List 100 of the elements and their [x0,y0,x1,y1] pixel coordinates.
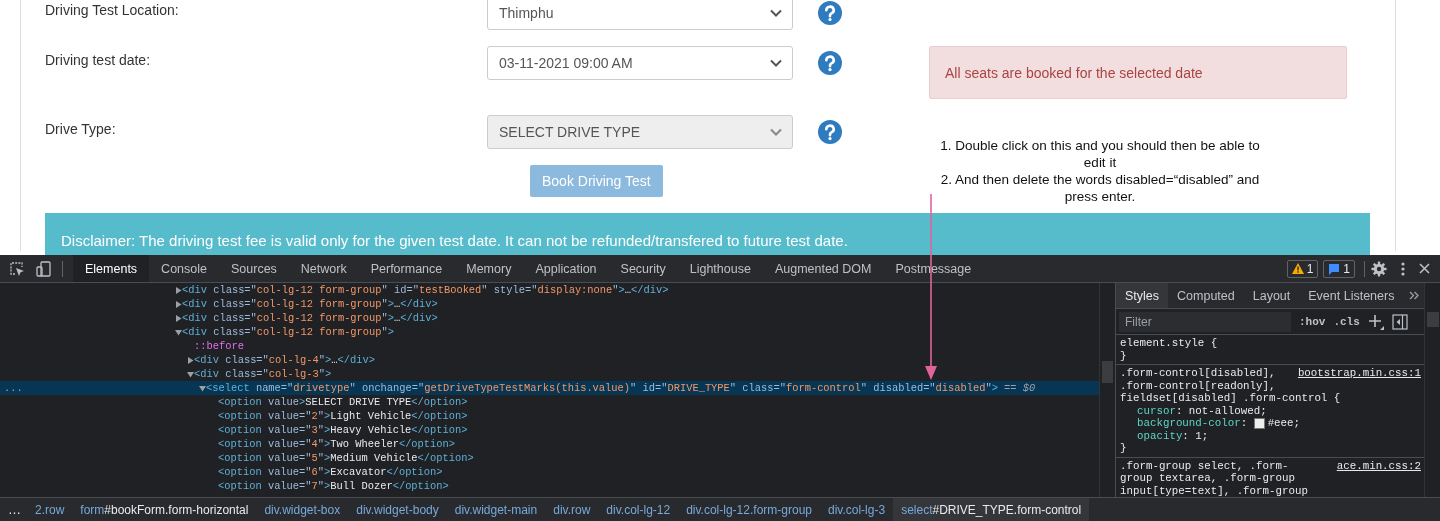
warnings-badge[interactable]: 1 [1286,259,1319,278]
dom-tree-row[interactable]: <div class="col-lg-12 form-group"> [0,325,1099,339]
settings-icon[interactable] [1371,260,1387,277]
close-icon[interactable] [1419,263,1430,274]
dom-node[interactable]: <div class="col-lg-12 form-group"> [182,326,395,338]
dom-node[interactable]: <div class="col-lg-12 form-group">…</div> [182,298,438,310]
hover-state-toggle[interactable]: :hov [1299,315,1326,328]
css-selector: .form-control[readonly], [1120,379,1276,392]
breadcrumb-item[interactable]: select#DRIVE_TYPE.form-control [893,498,1090,521]
dom-node[interactable]: ::before [194,340,244,352]
panel-tab[interactable]: Computed [1168,283,1244,308]
dom-tree-row[interactable]: <div class="col-lg-3"> [0,367,1099,381]
devtools-tab[interactable]: Console [149,255,219,282]
scrollbar[interactable] [1424,283,1440,497]
color-swatch[interactable] [1253,417,1265,429]
breadcrumb-item[interactable]: div.widget-body [348,498,447,521]
dom-node[interactable]: <select name="drivetype" onchange="getDriveTypeTestMarks(this.value)" id="DRIVE_TYPE" class="form-control" disabled="disabled"> [206,382,998,394]
field-label: Driving test date: [45,51,152,68]
breadcrumb-item[interactable]: div.widget-main [446,498,546,521]
dom-tree-row[interactable]: <div class="col-lg-12 form-group">…</div> [0,297,1099,311]
help-icon[interactable] [818,1,842,25]
sidebar-toggle-icon[interactable] [1391,313,1408,330]
expand-arrow-icon[interactable] [187,356,194,364]
inspect-element-icon[interactable] [9,260,25,277]
collapse-arrow-icon[interactable] [199,384,206,392]
expand-arrow-icon[interactable] [175,314,182,322]
breadcrumb-item[interactable]: form#bookForm.form-horizontal [72,498,257,521]
expand-arrow-icon[interactable] [175,300,182,308]
dom-tree-row[interactable]: ... <select name="drivetype" onchange="getDriveTypeTestMarks(this.value)" id="DRIVE_TYPE" class="form-control" disabled="disabled"> == $0 [0,381,1099,395]
more-dots[interactable]: ... [0,382,23,394]
dom-node[interactable]: <option value="4">Two Wheeler</option> [218,438,455,450]
dom-tree-row[interactable]: <option value="4">Two Wheeler</option> [0,437,1099,451]
devtools-tab[interactable]: Application [523,255,609,282]
devtools-tab[interactable]: Sources [219,255,289,282]
overflow-dots[interactable]: … [0,502,27,517]
dom-node[interactable]: <option value="2">Light Vehicle</option> [218,410,468,422]
class-toggle[interactable]: .cls [1333,315,1360,328]
device-toolbar-icon[interactable] [36,260,52,277]
devtools-tab[interactable]: Memory [454,255,524,282]
dom-tree-row[interactable]: <option value="7">Bull Dozer</option> [0,479,1099,493]
console-reference: == $0 [1004,382,1036,394]
devtools-tab[interactable]: Performance [358,255,455,282]
panel-tab[interactable]: Layout [1243,283,1300,308]
help-icon[interactable] [818,120,842,144]
closing-brace: } [1120,442,1127,454]
plus-icon[interactable] [1367,313,1384,330]
help-icon[interactable] [818,51,842,75]
css-selector: element.style { [1120,337,1218,350]
dom-node[interactable]: <div class="col-lg-12 form-group">…</div> [182,312,438,324]
breadcrumb-item[interactable]: div.col-lg-12.form-group [678,498,820,521]
expand-arrow-icon[interactable] [175,286,182,294]
breadcrumb-item[interactable]: div.widget-box [256,498,349,521]
dom-node[interactable]: <div class="col-lg-4">…</div> [194,354,375,366]
source-link[interactable]: bootstrap.min.css:1 [1297,367,1421,380]
css-selector: .form-group select, .form- [1120,459,1289,472]
css-value: #eee; [1267,417,1301,430]
devtools-tab[interactable]: Augmented DOM [762,255,884,282]
dom-tree-row[interactable]: <option value>SELECT DRIVE TYPE</option> [0,395,1099,409]
dom-tree-row[interactable]: <option value="5">Medium Vehicle</option> [0,451,1099,465]
devtools-tab[interactable]: Lighthouse [677,255,763,282]
breadcrumb-item[interactable]: div.row [545,498,599,521]
dom-tree-row[interactable]: <div class="col-lg-12 form-group" id="testBooked" style="display:none">…</div> [0,283,1099,297]
scrollbar[interactable] [1099,283,1115,497]
dom-node[interactable]: <div class="col-lg-3"> [194,368,332,380]
collapse-arrow-icon[interactable] [187,370,194,378]
dom-node[interactable]: <option value="3">Heavy Vehicle</option> [218,424,468,436]
more-tabs-icon[interactable] [1409,291,1420,300]
panel-tab[interactable]: Event Listeners [1299,283,1404,308]
chevron-down-icon [770,9,782,17]
dom-tree-row[interactable]: <option value="2">Light Vehicle</option> [0,409,1099,423]
dom-node[interactable]: <option value="5">Medium Vehicle</option> [218,452,474,464]
dom-node[interactable]: <option value="7">Bull Dozer</option> [218,480,449,492]
panel-tab[interactable]: Styles [1116,283,1169,308]
filter-field[interactable]: Filter [1119,311,1291,332]
css-selector: fieldset[disabled] .form-control { [1120,392,1341,405]
select-field[interactable]: Thimphu [487,0,793,30]
dom-tree-row[interactable]: <div class="col-lg-4">…</div> [0,353,1099,367]
dom-tree-row[interactable]: <option value="3">Heavy Vehicle</option> [0,423,1099,437]
devtools-tab[interactable]: Security [608,255,678,282]
dom-node[interactable]: <option value>SELECT DRIVE TYPE</option> [218,396,468,408]
breadcrumb-item[interactable]: 2.row [27,498,73,521]
messages-badge[interactable]: 1 [1323,259,1355,278]
devtools-tab[interactable]: Elements [73,255,150,282]
css-property: background-color: [1137,417,1249,430]
chevron-down-icon [770,128,782,136]
devtools-tab[interactable]: Network [288,255,359,282]
more-options-icon[interactable] [1401,261,1405,276]
dom-tree-row[interactable]: <div class="col-lg-12 form-group">…</div> [0,311,1099,325]
dom-tree-row[interactable]: <option value="6">Excavator</option> [0,465,1099,479]
disclaimer-banner: Disclaimer: The driving test fee is valid only for the given test date. It can not be refunded/transfered to future test date. [45,213,1370,255]
css-value: 1; [1195,429,1209,442]
dom-node[interactable]: <option value="6">Excavator</option> [218,466,443,478]
dom-node[interactable]: <div class="col-lg-12 form-group" id="testBooked" style="display:none">…</div> [182,284,669,296]
closing-brace: } [1120,349,1127,362]
collapse-arrow-icon[interactable] [175,328,182,336]
select-field[interactable]: 03-11-2021 09:00 AM [487,46,793,80]
source-link[interactable]: ace.min.css:2 [1336,459,1421,472]
breadcrumb-item[interactable]: div.col-lg-12 [598,498,679,521]
breadcrumb-item[interactable]: div.col-lg-3 [820,498,894,521]
dom-tree-row[interactable]: ::before [0,339,1099,353]
